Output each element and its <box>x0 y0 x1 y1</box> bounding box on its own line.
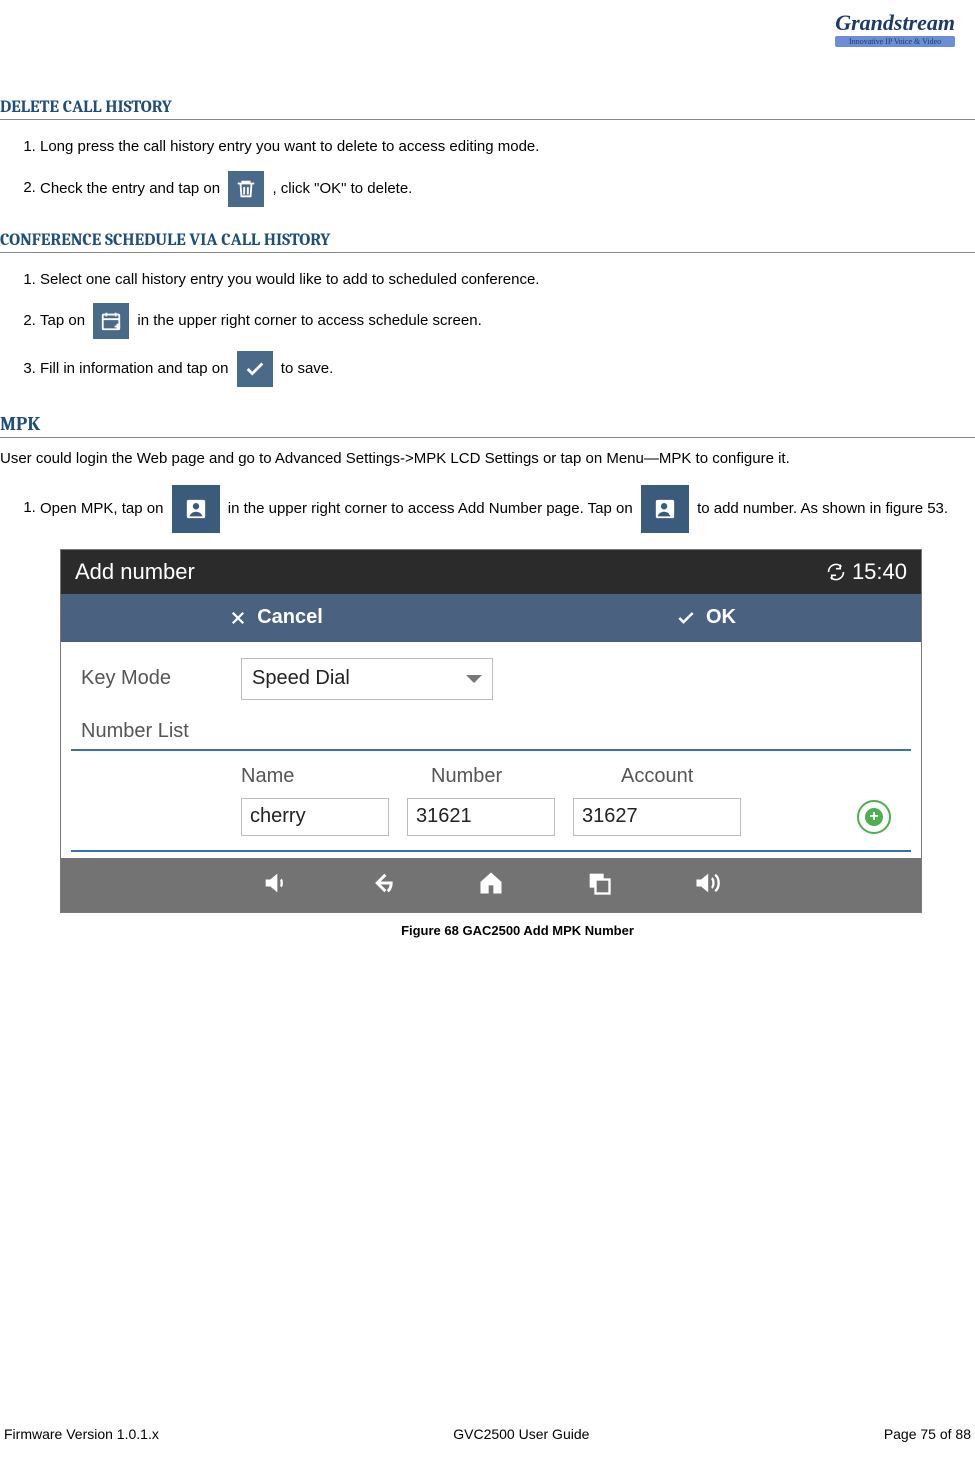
screenshot-body: Key Mode Speed Dial Number List Name Num… <box>61 642 921 858</box>
figure-caption: Figure 68 GAC2500 Add MPK Number <box>60 923 975 938</box>
account-select[interactable]: 31627 <box>573 798 741 836</box>
heading-delete-call-history: DELETE CALL HISTORY <box>0 98 975 120</box>
document-body: DELETE CALL HISTORY Long press the call … <box>0 20 975 938</box>
col-name: Name <box>241 765 371 788</box>
logo-text: Grandstream <box>835 10 955 36</box>
number-input[interactable]: 31621 <box>407 798 555 836</box>
logo-subtext: Innovative IP Voice & Video <box>835 36 955 47</box>
divider <box>71 850 911 852</box>
number-list-header: Name Number Account <box>71 765 911 792</box>
mpk-steps-list: Open MPK, tap on in the upper right corn… <box>0 479 975 539</box>
screenshot-actionbar: Cancel OK <box>61 594 921 642</box>
sync-icon <box>826 562 846 582</box>
number-list-inputs: cherry 31621 31627 + <box>71 792 911 846</box>
name-input[interactable]: cherry <box>241 798 389 836</box>
volume-up-icon[interactable] <box>693 869 721 901</box>
number-list-row: Number List <box>71 710 911 745</box>
divider <box>71 749 911 751</box>
brand-logo: Grandstream Innovative IP Voice & Video <box>835 10 955 47</box>
back-icon[interactable] <box>369 869 397 901</box>
check-icon <box>237 351 273 387</box>
footer-page: Page 75 of 88 <box>884 1426 971 1442</box>
status-time: 15:40 <box>826 559 907 585</box>
screenshot-titlebar: Add number 15:40 <box>61 550 921 594</box>
conf-step-1: Select one call history entry you would … <box>40 263 975 298</box>
contact-icon <box>172 485 220 533</box>
mpk-intro: User could login the Web page and go to … <box>0 448 975 471</box>
conference-steps-list: Select one call history entry you would … <box>0 263 975 394</box>
home-icon[interactable] <box>477 869 505 901</box>
heading-mpk: MPK <box>0 413 975 438</box>
calendar-add-icon <box>93 303 129 339</box>
volume-down-icon[interactable] <box>261 869 289 901</box>
footer-guide: GVC2500 User Guide <box>453 1426 589 1442</box>
delete-steps-list: Long press the call history entry you wa… <box>0 130 975 213</box>
ok-button[interactable]: OK <box>491 594 921 642</box>
nav-bar <box>61 858 921 912</box>
trash-icon <box>228 171 264 207</box>
delete-step-1: Long press the call history entry you wa… <box>40 130 975 165</box>
plus-icon: + <box>865 808 883 826</box>
check-icon <box>676 608 696 628</box>
conf-step-3: Fill in information and tap on to save. <box>40 345 975 393</box>
delete-step-2: Check the entry and tap on , click "OK" … <box>40 165 975 213</box>
heading-conference-schedule: CONFERENCE SCHEDULE VIA CALL HISTORY <box>0 231 975 253</box>
mpk-step-1: Open MPK, tap on in the upper right corn… <box>40 479 975 539</box>
footer-firmware: Firmware Version 1.0.1.x <box>4 1426 159 1442</box>
contact-add-icon <box>641 485 689 533</box>
col-account: Account <box>621 765 771 788</box>
key-mode-label: Key Mode <box>71 667 241 690</box>
key-mode-row: Key Mode Speed Dial <box>71 648 911 710</box>
conf-step-2: Tap on in the upper right corner to acce… <box>40 297 975 345</box>
key-mode-select[interactable]: Speed Dial <box>241 658 493 700</box>
cancel-button[interactable]: Cancel <box>61 594 491 642</box>
page-footer: Firmware Version 1.0.1.x GVC2500 User Gu… <box>0 1426 975 1442</box>
close-icon <box>229 609 247 627</box>
dropdown-caret-icon <box>466 675 482 683</box>
col-number: Number <box>431 765 561 788</box>
number-list-label: Number List <box>71 720 241 743</box>
add-number-button[interactable]: + <box>857 800 891 834</box>
screenshot-title: Add number <box>75 559 195 585</box>
figure-container: Add number 15:40 Cancel OK <box>60 549 975 938</box>
page: Grandstream Innovative IP Voice & Video … <box>0 0 975 1466</box>
recent-apps-icon[interactable] <box>585 869 613 901</box>
add-number-screenshot: Add number 15:40 Cancel OK <box>60 549 922 913</box>
